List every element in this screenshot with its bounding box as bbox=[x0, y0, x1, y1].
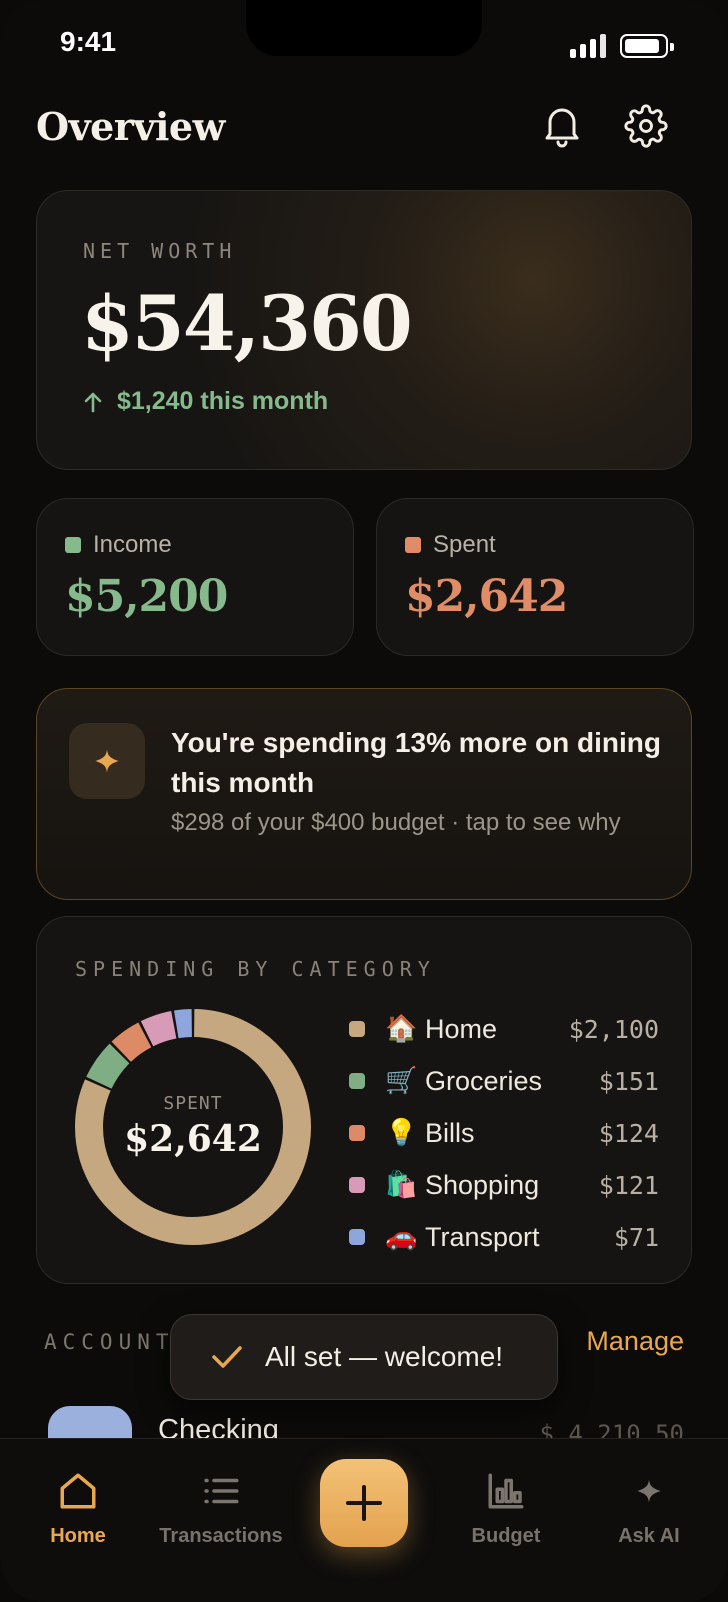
tab-label: Ask AI bbox=[618, 1525, 680, 1547]
home-icon bbox=[8, 1469, 148, 1513]
tab-transactions[interactable]: Transactions bbox=[151, 1469, 291, 1548]
net-worth-card[interactable]: NET WORTH $54,360 $1,240 this month bbox=[36, 190, 692, 470]
legend-amount: $2,100 bbox=[568, 1014, 659, 1044]
battery-icon bbox=[620, 34, 674, 58]
donut-segment-bills[interactable] bbox=[111, 1022, 152, 1063]
income-swatch bbox=[65, 537, 81, 553]
legend-amount: $151 bbox=[598, 1066, 659, 1096]
insight-headline: You're spending 13% more on dining this … bbox=[171, 727, 661, 798]
sparkle-icon bbox=[579, 1469, 719, 1513]
insight-card[interactable]: You're spending 13% more on dining this … bbox=[36, 688, 692, 900]
bulb-emoji: 💡 bbox=[385, 1118, 418, 1148]
income-label-row: Income bbox=[65, 531, 172, 559]
spending-legend: 🏠 Home $2,100 🛒 Groceries $151 💡 Bills $… bbox=[349, 1003, 659, 1263]
bar-chart-icon bbox=[436, 1469, 576, 1513]
donut-segment-shopping[interactable] bbox=[140, 1011, 177, 1047]
cart-emoji: 🛒 bbox=[385, 1066, 418, 1096]
legend-name: Home bbox=[425, 1013, 498, 1044]
sparkle-icon bbox=[69, 723, 145, 799]
spent-swatch bbox=[405, 537, 421, 553]
legend-swatch bbox=[349, 1125, 365, 1141]
status-time: 9:41 bbox=[60, 26, 117, 57]
spending-card[interactable]: SPENDING BY CATEGORY SPENT $2,642 🏠 Home… bbox=[36, 916, 692, 1284]
tab-ask-ai[interactable]: Ask AI bbox=[579, 1469, 719, 1548]
legend-amount: $71 bbox=[613, 1222, 659, 1252]
dynamic-island bbox=[246, 0, 482, 56]
legend-name: Bills bbox=[425, 1117, 475, 1148]
legend-swatch bbox=[349, 1229, 365, 1245]
phone-screen: 9:41 Overview NET WORTH $54,360 $1,240 t… bbox=[0, 0, 728, 1602]
gear-icon[interactable] bbox=[620, 100, 672, 152]
spent-label-row: Spent bbox=[405, 531, 496, 559]
insight-detail: $298 of your $400 budget · tap to see wh… bbox=[171, 809, 621, 836]
net-worth-change: $1,240 this month bbox=[83, 387, 328, 416]
legend-name: Groceries bbox=[425, 1065, 543, 1096]
toast-notification[interactable]: All set — welcome! bbox=[170, 1314, 558, 1400]
spent-value: $2,642 bbox=[405, 571, 568, 622]
home-emoji: 🏠 bbox=[385, 1014, 418, 1044]
spent-card[interactable]: Spent $2,642 bbox=[376, 498, 694, 656]
net-worth-label: NET WORTH bbox=[83, 239, 237, 263]
legend-amount: $121 bbox=[598, 1170, 659, 1200]
donut-segment-groceries[interactable] bbox=[86, 1043, 130, 1090]
signal-icon bbox=[570, 34, 608, 58]
manage-accounts-link[interactable]: Manage bbox=[586, 1326, 684, 1357]
bell-icon[interactable] bbox=[536, 100, 588, 152]
tab-budget[interactable]: Budget bbox=[436, 1469, 576, 1548]
spending-label: SPENDING BY CATEGORY bbox=[75, 957, 436, 981]
legend-swatch bbox=[349, 1073, 365, 1089]
arrow-up-icon bbox=[84, 392, 102, 412]
income-value: $5,200 bbox=[65, 571, 228, 622]
legend-row-groceries[interactable]: 🛒 Groceries $151 bbox=[349, 1055, 659, 1107]
checkmark-icon bbox=[212, 1346, 242, 1368]
tab-label: Transactions bbox=[159, 1525, 283, 1547]
tab-label: Budget bbox=[471, 1525, 541, 1547]
toast-message: All set — welcome! bbox=[265, 1341, 504, 1372]
add-transaction-button[interactable] bbox=[320, 1459, 408, 1547]
spent-label: Spent bbox=[433, 531, 496, 558]
legend-row-shopping[interactable]: 🛍️ Shopping $121 bbox=[349, 1159, 659, 1211]
donut-center-value: $2,642 bbox=[124, 1118, 262, 1160]
income-label: Income bbox=[93, 531, 172, 558]
donut-center: SPENT $2,642 bbox=[73, 1093, 313, 1160]
legend-swatch bbox=[349, 1177, 365, 1193]
legend-amount: $124 bbox=[598, 1118, 659, 1148]
net-worth-change-text: $1,240 this month bbox=[117, 387, 329, 415]
donut-center-label: SPENT bbox=[163, 1093, 223, 1114]
legend-name: Shopping bbox=[425, 1169, 540, 1200]
donut-segment-transport[interactable] bbox=[173, 1009, 193, 1039]
status-bar: 9:41 bbox=[0, 0, 728, 80]
legend-swatch bbox=[349, 1021, 365, 1037]
income-card[interactable]: Income $5,200 bbox=[36, 498, 354, 656]
tab-bar: Home Transactions Budget Ask AI bbox=[0, 1438, 728, 1602]
page-header: Overview bbox=[36, 100, 692, 156]
net-worth-value: $54,360 bbox=[81, 279, 413, 368]
list-icon bbox=[151, 1469, 291, 1513]
legend-row-bills[interactable]: 💡 Bills $124 bbox=[349, 1107, 659, 1159]
tab-home[interactable]: Home bbox=[8, 1469, 148, 1548]
shopping-bags-emoji: 🛍️ bbox=[385, 1170, 418, 1200]
car-emoji: 🚗 bbox=[385, 1222, 418, 1252]
legend-row-home[interactable]: 🏠 Home $2,100 bbox=[349, 1003, 659, 1055]
legend-name: Transport bbox=[425, 1221, 540, 1252]
legend-row-transport[interactable]: 🚗 Transport $71 bbox=[349, 1211, 659, 1263]
page-title: Overview bbox=[36, 104, 225, 149]
plus-icon bbox=[346, 1485, 382, 1521]
tab-label: Home bbox=[50, 1525, 106, 1547]
